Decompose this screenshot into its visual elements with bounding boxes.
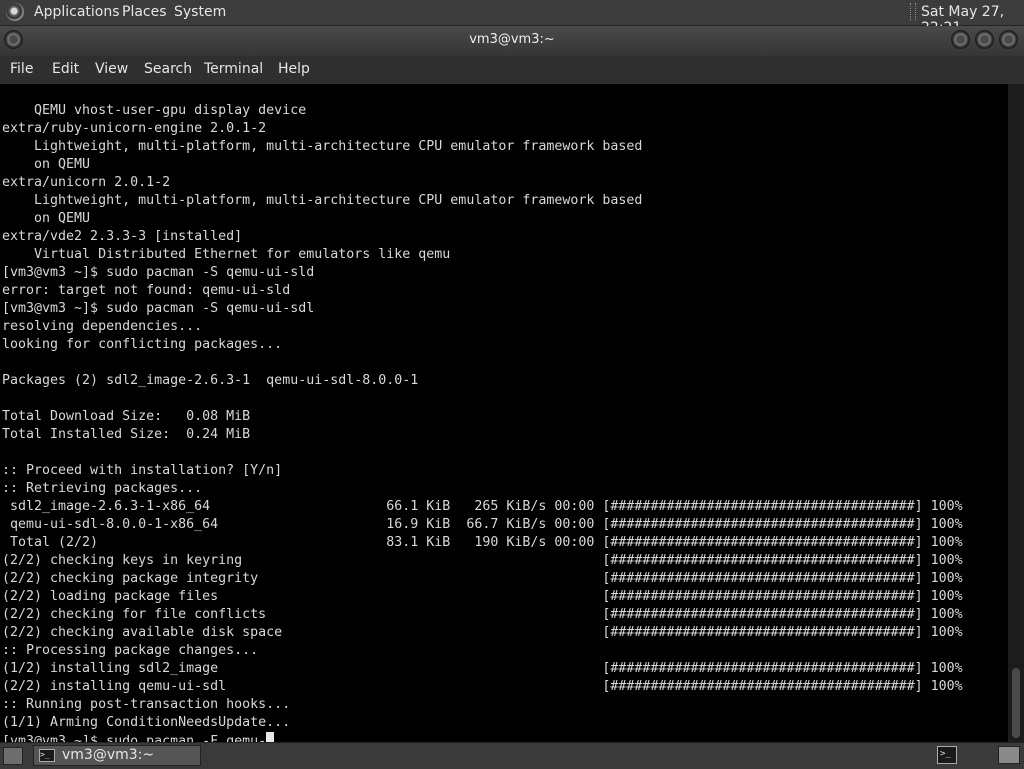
maximize-button[interactable] [975, 30, 994, 49]
menu-applications[interactable]: Applications [34, 4, 120, 20]
distro-logo-icon[interactable] [6, 3, 24, 21]
taskbar-item-terminal[interactable]: >_ vm3@vm3:~ [33, 745, 201, 766]
terminal-line: resolving dependencies... [2, 319, 203, 334]
taskbar-item-label: vm3@vm3:~ [62, 747, 155, 763]
terminal-menu-bar: File Edit View Search Terminal Help [0, 56, 1024, 84]
terminal-line: :: Running post-transaction hooks... [2, 697, 291, 712]
scrollbar-thumb[interactable] [1012, 668, 1020, 738]
terminal-line: (1/1) Arming ConditionNeedsUpdate... [2, 715, 291, 730]
terminal-line: extra/ruby-unicorn-engine 2.0.1-2 [2, 121, 267, 136]
terminal-line: on QEMU [2, 211, 91, 226]
menu-search[interactable]: Search [144, 61, 192, 77]
terminal-line: [vm3@vm3 ~]$ sudo pacman -S qemu-ui-sld [2, 265, 315, 280]
terminal-prompt-text: [vm3@vm3 ~]$ sudo pacman -F qemu- [2, 734, 267, 742]
terminal-line: Lightweight, multi-platform, multi-archi… [2, 139, 643, 154]
workspace-switcher[interactable] [998, 746, 1020, 764]
terminal-line: looking for conflicting packages... [2, 337, 283, 352]
terminal-line: Total (2/2) 83.1 KiB 190 KiB/s 00:00 [##… [2, 535, 963, 550]
menu-edit[interactable]: Edit [52, 61, 79, 77]
terminal-launcher-icon[interactable]: >_ [937, 746, 957, 764]
terminal-prompt-line[interactable]: [vm3@vm3 ~]$ sudo pacman -F qemu- [2, 732, 1008, 742]
terminal-line: (2/2) checking for file conflicts [#####… [2, 607, 963, 622]
terminal-line: (2/2) loading package files [###########… [2, 589, 963, 604]
terminal-line: Virtual Distributed Ethernet for emulato… [2, 247, 451, 262]
terminal-line: :: Proceed with installation? [Y/n] [2, 463, 283, 478]
close-button[interactable] [999, 30, 1018, 49]
terminal-line: Total Installed Size: 0.24 MiB [2, 427, 251, 442]
show-desktop-icon[interactable] [3, 747, 23, 765]
terminal-line: error: target not found: qemu-ui-sld [2, 283, 291, 298]
terminal-line: extra/vde2 2.3.3-3 [installed] [2, 229, 243, 244]
menu-places[interactable]: Places [122, 4, 167, 20]
text-cursor [266, 732, 275, 742]
terminal-line: (1/2) installing sdl2_image [###########… [2, 661, 963, 676]
terminal-line: sdl2_image-2.6.3-1-x86_64 66.1 KiB 265 K… [2, 499, 963, 514]
terminal-line: :: Processing package changes... [2, 643, 259, 658]
menu-file[interactable]: File [10, 61, 33, 77]
terminal-line: Total Download Size: 0.08 MiB [2, 409, 251, 424]
terminal-scrollbar[interactable] [1008, 84, 1024, 742]
terminal-icon: >_ [39, 749, 55, 762]
terminal-line: (2/2) checking available disk space [###… [2, 625, 963, 640]
window-title: vm3@vm3:~ [469, 32, 555, 47]
terminal-line: on QEMU [2, 157, 91, 172]
terminal-line: QEMU vhost-user-gpu display device [2, 103, 307, 118]
bottom-panel: >_ vm3@vm3:~ >_ [0, 742, 1024, 769]
window-title-bar[interactable]: vm3@vm3:~ [0, 26, 1024, 56]
menu-help[interactable]: Help [278, 61, 310, 77]
terminal-line: qemu-ui-sdl-8.0.0-1-x86_64 16.9 KiB 66.7… [2, 517, 963, 532]
menu-view[interactable]: View [95, 61, 128, 77]
top-panel: Applications Places System Sat May 27, 2… [0, 0, 1024, 36]
menu-system[interactable]: System [174, 4, 226, 20]
terminal-output[interactable]: QEMU vhost-user-gpu display device extra/… [0, 84, 1008, 742]
terminal-line: :: Retrieving packages... [2, 481, 203, 496]
terminal-line: (2/2) checking keys in keyring [########… [2, 553, 963, 568]
menu-terminal[interactable]: Terminal [204, 61, 263, 77]
terminal-line: (2/2) checking package integrity [######… [2, 571, 963, 586]
terminal-line: Lightweight, multi-platform, multi-archi… [2, 193, 643, 208]
terminal-line: extra/unicorn 2.0.1-2 [2, 175, 171, 190]
terminal-line: [vm3@vm3 ~]$ sudo pacman -S qemu-ui-sdl [2, 301, 315, 316]
terminal-line: (2/2) installing qemu-ui-sdl [##########… [2, 679, 963, 694]
panel-separator-handle[interactable] [910, 3, 916, 21]
minimize-button[interactable] [951, 30, 970, 49]
terminal-line: Packages (2) sdl2_image-2.6.3-1 qemu-ui-… [2, 373, 419, 388]
